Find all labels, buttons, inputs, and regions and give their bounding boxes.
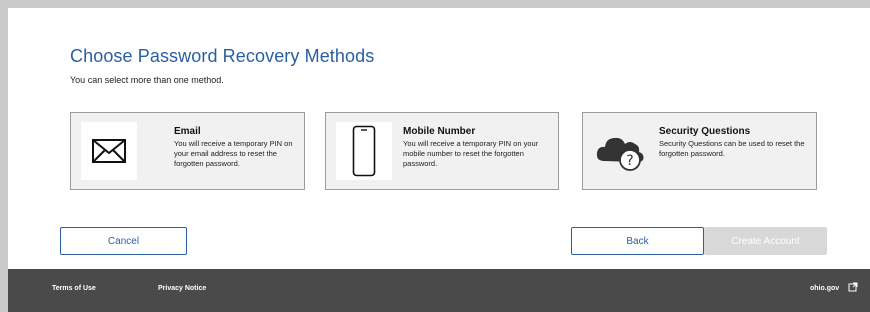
create-account-button[interactable]: Create Account <box>704 227 827 255</box>
mobile-method-card[interactable]: Mobile Number You will receive a tempora… <box>325 112 559 190</box>
svg-text:?: ? <box>626 153 633 169</box>
security-questions-method-description: Security Questions can be used to reset … <box>659 139 805 158</box>
envelope-icon <box>81 122 137 180</box>
mobile-phone-icon <box>336 122 392 180</box>
page-frame: Choose Password Recovery Methods You can… <box>8 8 870 312</box>
ohio-gov-link[interactable]: ohio.gov <box>810 285 839 292</box>
email-method-card[interactable]: Email You will receive a temporary PIN o… <box>70 112 305 190</box>
terms-of-use-link[interactable]: Terms of Use <box>52 285 96 292</box>
page-subtitle: You can select more than one method. <box>70 75 224 85</box>
cancel-button[interactable]: Cancel <box>60 227 187 255</box>
email-method-description: You will receive a temporary PIN on your… <box>174 139 293 168</box>
footer: Terms of Use Privacy Notice ohio.gov <box>8 269 870 312</box>
cloud-question-icon: ? <box>593 122 649 180</box>
mobile-method-title: Mobile Number <box>403 126 476 137</box>
mobile-method-description: You will receive a temporary PIN on your… <box>403 139 539 168</box>
security-questions-method-title: Security Questions <box>659 126 751 137</box>
external-link-icon <box>848 282 858 294</box>
privacy-notice-link[interactable]: Privacy Notice <box>158 285 206 292</box>
email-method-title: Email <box>174 126 201 137</box>
back-button[interactable]: Back <box>571 227 704 255</box>
page-title: Choose Password Recovery Methods <box>70 46 375 66</box>
security-questions-method-card[interactable]: ? Security Questions Security Questions … <box>582 112 817 190</box>
